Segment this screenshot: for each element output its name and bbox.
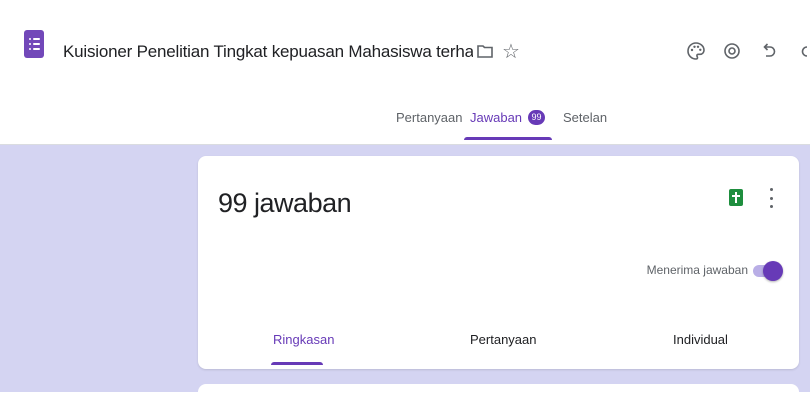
star-icon[interactable]: ☆ (498, 38, 524, 64)
subtab-question[interactable]: Pertanyaan (470, 332, 537, 347)
undo-icon[interactable] (756, 38, 782, 64)
form-title[interactable]: Kuisioner Penelitian Tingkat kepuasan Ma… (63, 42, 473, 62)
forms-app-icon[interactable] (24, 30, 44, 58)
next-card-edge (198, 384, 799, 404)
redo-icon-partial[interactable] (798, 38, 810, 64)
accepting-responses-label: Menerima jawaban (646, 263, 748, 277)
tab-questions-label: Pertanyaan (396, 110, 463, 125)
more-vert-icon[interactable] (767, 188, 775, 208)
responses-count-badge: 99 (528, 110, 546, 125)
palette-icon[interactable] (683, 38, 709, 64)
tab-responses-label: Jawaban (470, 110, 523, 125)
tab-settings-label: Setelan (563, 110, 608, 125)
form-header: Kuisioner Penelitian Tingkat kepuasan Ma… (0, 8, 810, 145)
form-tabs: Pertanyaan Jawaban 99 Setelan (0, 108, 810, 144)
tab-questions[interactable]: Pertanyaan (396, 108, 463, 144)
subtab-summary[interactable]: Ringkasan (273, 332, 334, 347)
response-count-heading: 99 jawaban (218, 188, 352, 218)
sheets-icon[interactable] (729, 189, 743, 206)
tab-settings[interactable]: Setelan (563, 108, 607, 144)
folder-icon[interactable] (472, 38, 498, 64)
toggle-knob (763, 261, 783, 281)
responses-summary-card: 99 jawaban Menerima jawaban Ringkasan Pe… (198, 156, 799, 369)
active-tab-indicator (464, 137, 552, 140)
preview-eye-icon[interactable] (719, 38, 745, 64)
accepting-responses-toggle[interactable] (753, 259, 783, 283)
active-subtab-indicator (271, 362, 323, 365)
subtab-individual[interactable]: Individual (673, 332, 728, 347)
